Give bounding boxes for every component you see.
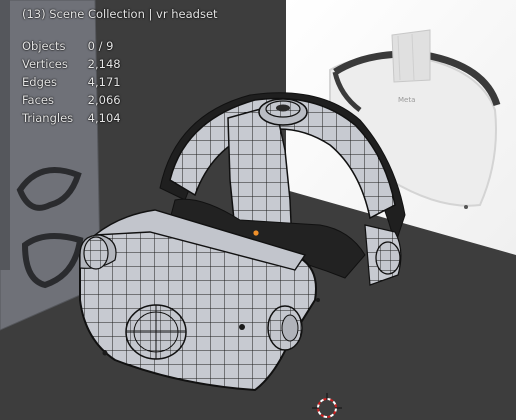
reference-logo-text: Meta — [398, 96, 415, 104]
scene-canvas[interactable]: Meta — [0, 0, 516, 420]
3d-viewport[interactable]: Meta (13) Scene Collection | vr headset … — [0, 0, 516, 420]
vr-headset-mesh[interactable] — [79, 92, 406, 392]
object-origin-dot[interactable] — [253, 230, 259, 236]
3d-cursor-icon[interactable] — [312, 393, 342, 418]
